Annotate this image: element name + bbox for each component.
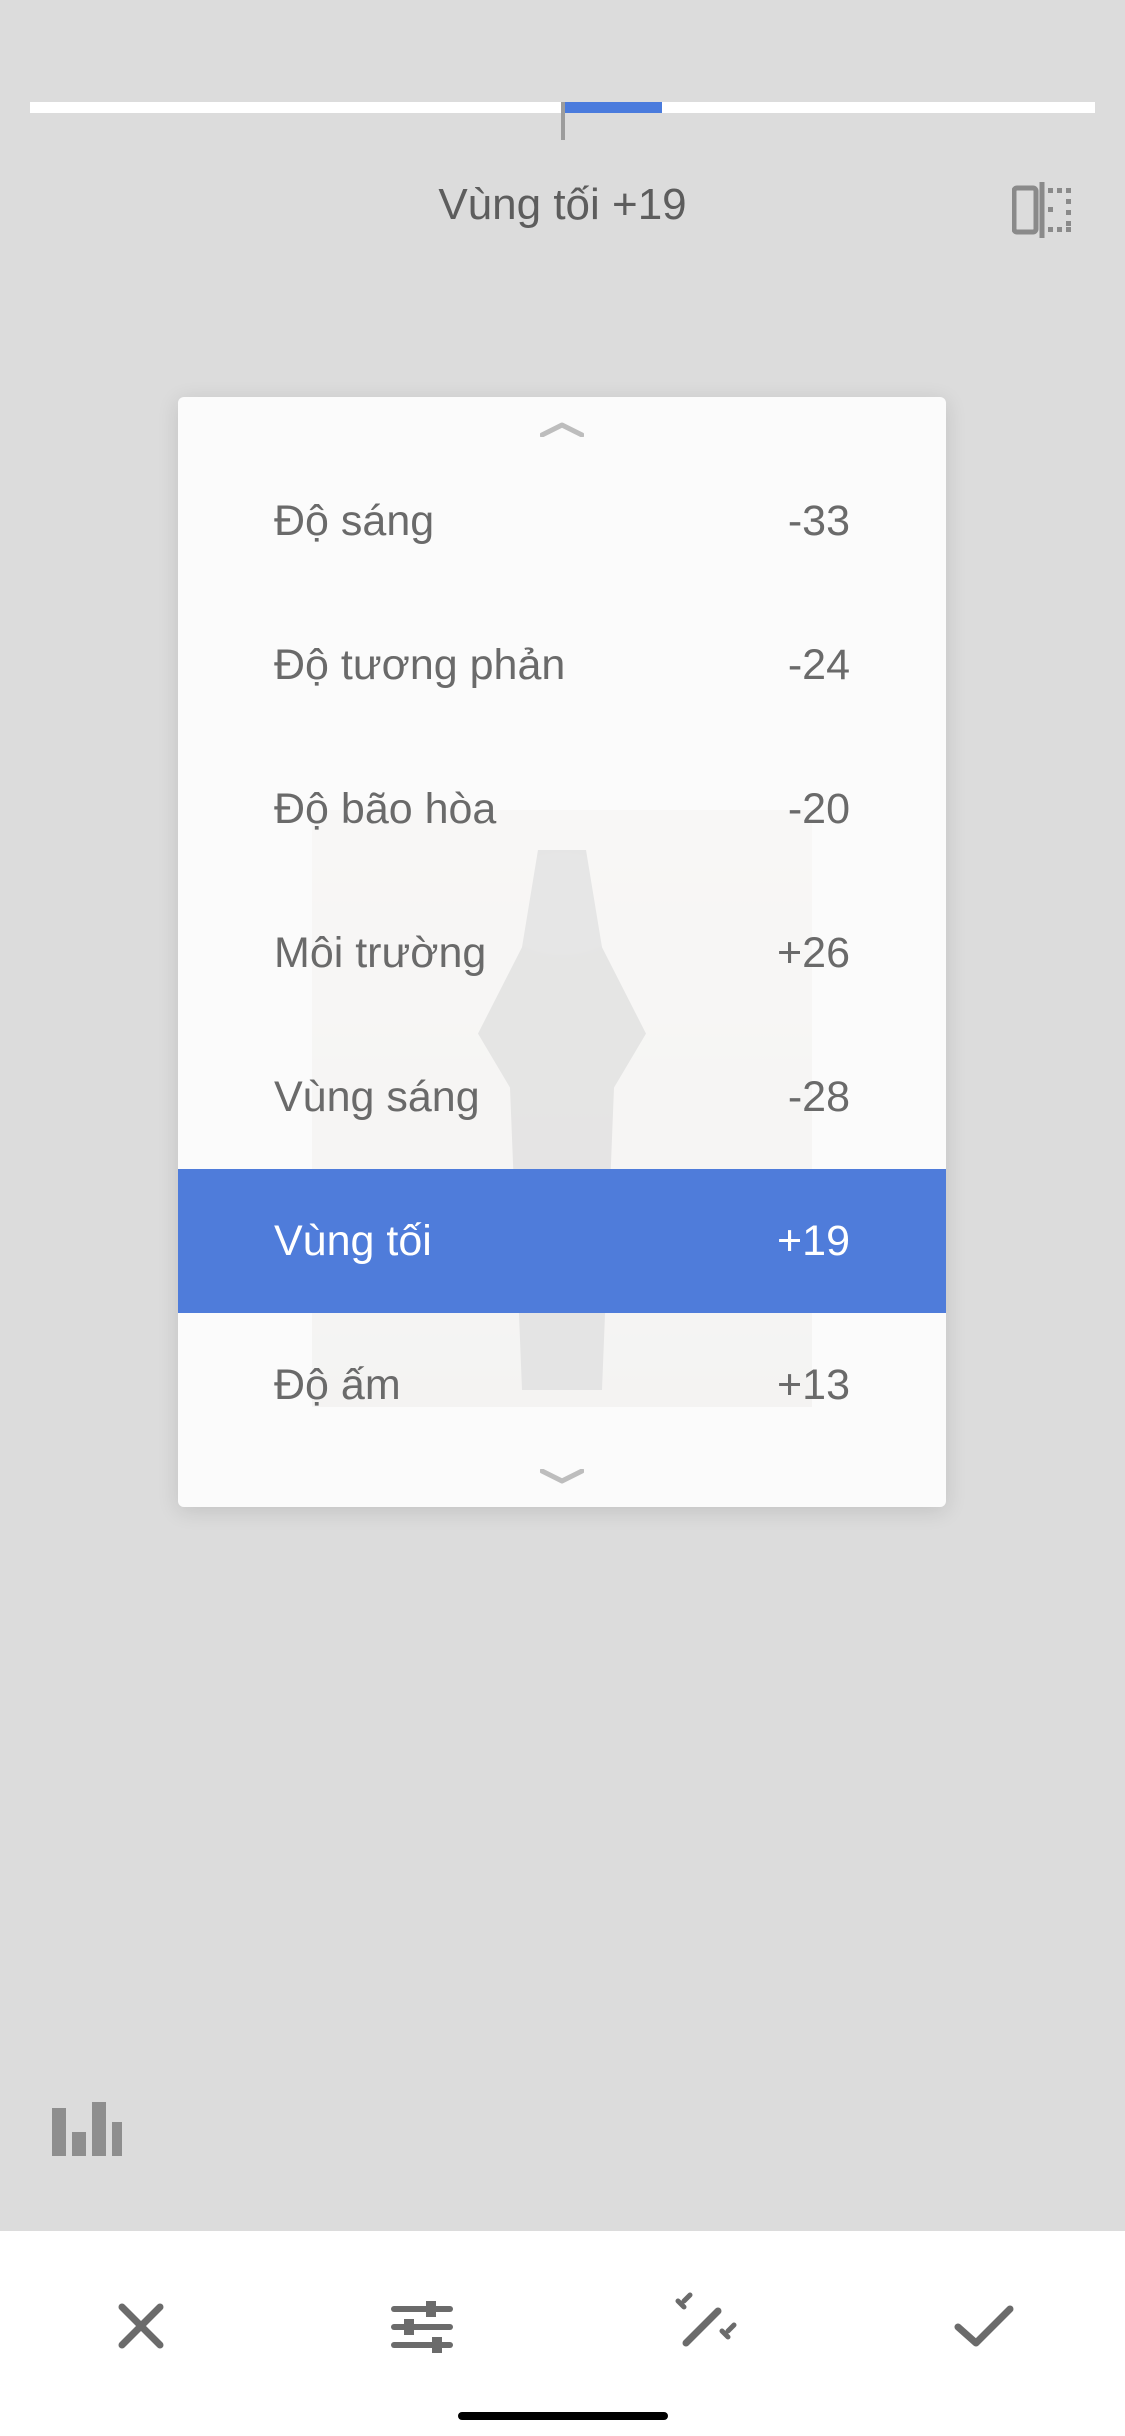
list-item-label: Độ bão hòa <box>274 785 496 834</box>
sliders-icon <box>390 2297 454 2360</box>
value-slider-center-tick <box>561 102 565 140</box>
chevron-up-icon[interactable] <box>540 421 584 437</box>
list-item[interactable]: Độ sáng -33 <box>178 449 946 593</box>
list-item-label: Độ sáng <box>274 497 434 546</box>
list-item[interactable]: Độ ấm +13 <box>178 1313 946 1457</box>
close-icon <box>114 2299 168 2358</box>
parameter-panel: Độ sáng -33 Độ tương phản -24 Độ bão hòa… <box>178 397 946 1507</box>
check-icon <box>952 2301 1016 2356</box>
bottom-toolbar <box>0 2231 1125 2436</box>
list-item-value: -20 <box>788 785 850 834</box>
histogram-icon[interactable] <box>52 2102 122 2156</box>
current-parameter-label: Vùng tối +19 <box>0 180 1125 230</box>
chevron-down-icon[interactable] <box>540 1469 584 1485</box>
magic-wand-icon <box>668 2291 738 2366</box>
list-item-label: Môi trường <box>274 929 486 978</box>
list-item-value: -28 <box>788 1073 850 1122</box>
list-item[interactable]: Vùng sáng -28 <box>178 1025 946 1169</box>
list-item-value: +19 <box>777 1217 850 1266</box>
list-item-label: Độ ấm <box>274 1361 401 1410</box>
value-slider-fill <box>562 102 662 113</box>
list-item-value: +26 <box>777 929 850 978</box>
list-item[interactable]: Độ tương phản -24 <box>178 593 946 737</box>
parameter-list: Độ sáng -33 Độ tương phản -24 Độ bão hòa… <box>178 449 946 1457</box>
list-item-label: Độ tương phản <box>274 641 565 690</box>
auto-button[interactable] <box>658 2283 748 2373</box>
adjust-button[interactable] <box>377 2283 467 2373</box>
list-item-label: Vùng sáng <box>274 1073 480 1122</box>
home-indicator <box>458 2412 668 2420</box>
compare-icon[interactable] <box>1012 182 1072 238</box>
confirm-button[interactable] <box>939 2283 1029 2373</box>
list-item-value: -33 <box>788 497 850 546</box>
list-item[interactable]: Độ bão hòa -20 <box>178 737 946 881</box>
cancel-button[interactable] <box>96 2283 186 2373</box>
list-item[interactable]: Môi trường +26 <box>178 881 946 1025</box>
list-item-value: -24 <box>788 641 850 690</box>
list-item-label: Vùng tối <box>274 1217 432 1266</box>
list-item[interactable]: Vùng tối +19 <box>178 1169 946 1313</box>
list-item-value: +13 <box>777 1361 850 1410</box>
